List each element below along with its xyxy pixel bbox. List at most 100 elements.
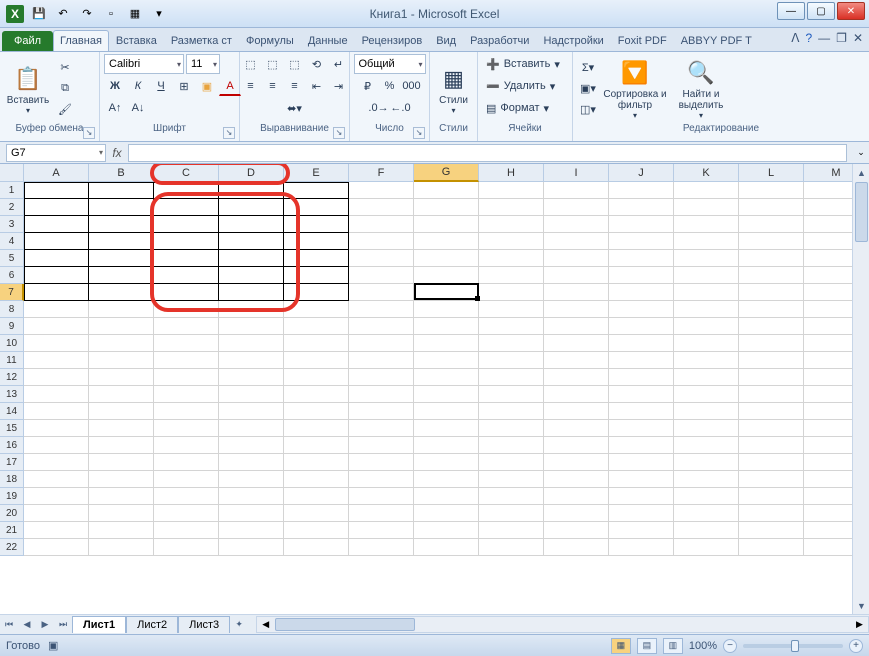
sheet-tab-1[interactable]: Лист2 — [126, 616, 178, 633]
file-tab[interactable]: Файл — [2, 31, 53, 51]
cell-A9[interactable] — [24, 318, 89, 335]
cell-C3[interactable] — [154, 216, 219, 233]
styles-button[interactable]: ▦ Стили▾ — [434, 56, 473, 122]
bold-button[interactable]: Ж — [104, 76, 126, 96]
cell-A5[interactable] — [24, 250, 89, 267]
workbook-close-button[interactable]: ✕ — [853, 31, 863, 45]
qat-save-button[interactable]: 💾 — [28, 4, 50, 24]
cell-K5[interactable] — [674, 250, 739, 267]
cell-F15[interactable] — [349, 420, 414, 437]
cell-E5[interactable] — [284, 250, 349, 267]
row-header-14[interactable]: 14 — [0, 403, 24, 420]
scroll-left-button[interactable]: ◀ — [257, 617, 274, 632]
column-header-D[interactable]: D — [219, 164, 284, 182]
formula-bar-expand-button[interactable]: ⌄ — [853, 147, 869, 158]
cell-B5[interactable] — [89, 250, 154, 267]
cell-B1[interactable] — [89, 182, 154, 199]
cell-H15[interactable] — [479, 420, 544, 437]
cell-B3[interactable] — [89, 216, 154, 233]
sheet-nav-next[interactable]: ▶ — [36, 616, 54, 634]
copy-button[interactable]: ⧉ — [54, 79, 76, 99]
cell-H19[interactable] — [479, 488, 544, 505]
cell-L3[interactable] — [739, 216, 804, 233]
cell-F7[interactable] — [349, 284, 414, 301]
cell-J6[interactable] — [609, 267, 674, 284]
cell-H1[interactable] — [479, 182, 544, 199]
cell-H21[interactable] — [479, 522, 544, 539]
cell-I4[interactable] — [544, 233, 609, 250]
align-top-button[interactable]: ⬚ — [240, 54, 262, 74]
number-format-combo[interactable]: Общий▾ — [354, 54, 426, 74]
cell-F1[interactable] — [349, 182, 414, 199]
row-header-12[interactable]: 12 — [0, 369, 24, 386]
workbook-minimize-button[interactable]: — — [818, 31, 830, 45]
scroll-up-button[interactable]: ▲ — [853, 164, 869, 181]
increase-decimal-button[interactable]: .0→ — [368, 98, 390, 118]
cell-D7[interactable] — [219, 284, 284, 301]
cell-A15[interactable] — [24, 420, 89, 437]
cell-C21[interactable] — [154, 522, 219, 539]
cell-E7[interactable] — [284, 284, 349, 301]
cell-I20[interactable] — [544, 505, 609, 522]
cell-L14[interactable] — [739, 403, 804, 420]
font-dialog-launcher[interactable]: ↘ — [223, 127, 235, 139]
number-dialog-launcher[interactable]: ↘ — [413, 127, 425, 139]
cell-H5[interactable] — [479, 250, 544, 267]
cell-H9[interactable] — [479, 318, 544, 335]
sheet-tab-0[interactable]: Лист1 — [72, 616, 126, 633]
cell-H6[interactable] — [479, 267, 544, 284]
cell-A7[interactable] — [24, 284, 89, 301]
cell-B17[interactable] — [89, 454, 154, 471]
cell-A17[interactable] — [24, 454, 89, 471]
cell-J22[interactable] — [609, 539, 674, 556]
row-header-5[interactable]: 5 — [0, 250, 24, 267]
cell-C14[interactable] — [154, 403, 219, 420]
decrease-indent-button[interactable]: ⇤ — [306, 76, 328, 96]
cell-D5[interactable] — [219, 250, 284, 267]
scroll-down-button[interactable]: ▼ — [853, 597, 869, 614]
cell-F12[interactable] — [349, 369, 414, 386]
cell-H22[interactable] — [479, 539, 544, 556]
cell-D4[interactable] — [219, 233, 284, 250]
cell-D8[interactable] — [219, 301, 284, 318]
cell-F20[interactable] — [349, 505, 414, 522]
find-select-button[interactable]: 🔍 Найти и выделить▾ — [671, 56, 731, 122]
cell-J5[interactable] — [609, 250, 674, 267]
cell-B11[interactable] — [89, 352, 154, 369]
cell-L16[interactable] — [739, 437, 804, 454]
cell-G14[interactable] — [414, 403, 479, 420]
cell-E22[interactable] — [284, 539, 349, 556]
cell-L19[interactable] — [739, 488, 804, 505]
qat-new-button[interactable]: ▫ — [100, 4, 122, 24]
row-header-18[interactable]: 18 — [0, 471, 24, 488]
vertical-scrollbar[interactable]: ▲ ▼ — [852, 164, 869, 614]
cell-I1[interactable] — [544, 182, 609, 199]
cell-J17[interactable] — [609, 454, 674, 471]
formula-input[interactable] — [128, 144, 847, 162]
sheet-nav-last[interactable]: ⏭ — [54, 616, 72, 634]
ribbon-tab-1[interactable]: Вставка — [109, 30, 164, 51]
cell-H20[interactable] — [479, 505, 544, 522]
font-size-combo[interactable]: 11▾ — [186, 54, 220, 74]
cell-G9[interactable] — [414, 318, 479, 335]
cell-D12[interactable] — [219, 369, 284, 386]
cell-G2[interactable] — [414, 199, 479, 216]
cell-C7[interactable] — [154, 284, 219, 301]
cell-F10[interactable] — [349, 335, 414, 352]
percent-button[interactable]: % — [379, 76, 401, 96]
cell-I12[interactable] — [544, 369, 609, 386]
cell-G22[interactable] — [414, 539, 479, 556]
cell-J13[interactable] — [609, 386, 674, 403]
cell-K7[interactable] — [674, 284, 739, 301]
font-name-combo[interactable]: Calibri▾ — [104, 54, 184, 74]
cell-J2[interactable] — [609, 199, 674, 216]
cell-G17[interactable] — [414, 454, 479, 471]
sheet-nav-first[interactable]: ⏮ — [0, 616, 18, 634]
row-header-17[interactable]: 17 — [0, 454, 24, 471]
cell-B10[interactable] — [89, 335, 154, 352]
cell-F9[interactable] — [349, 318, 414, 335]
cell-K17[interactable] — [674, 454, 739, 471]
row-header-6[interactable]: 6 — [0, 267, 24, 284]
normal-view-button[interactable]: ▦ — [611, 638, 631, 654]
cell-B7[interactable] — [89, 284, 154, 301]
